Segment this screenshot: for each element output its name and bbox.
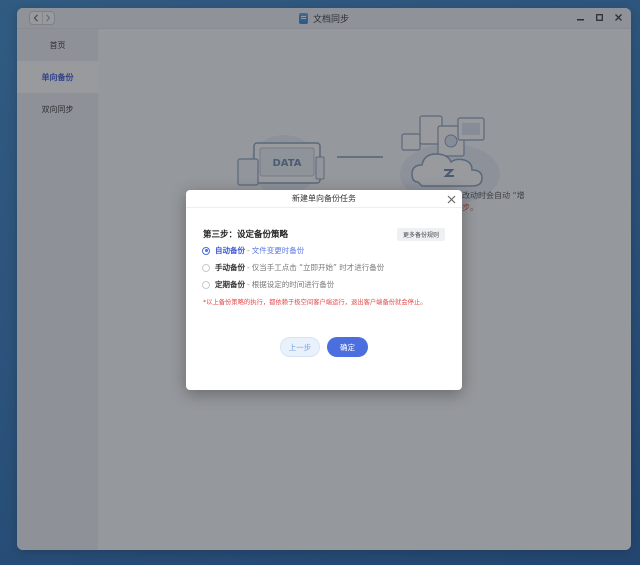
option-separator: - [247, 263, 250, 272]
option-manual-backup[interactable]: 手动备份 - 仅当手工点击 “立即开始” 时才进行备份 [202, 262, 384, 273]
step-title: 第三步：设定备份策略 [203, 230, 289, 240]
option-desc: 仅当手工点击 “立即开始” 时才进行备份 [251, 263, 385, 272]
warning-note: *以上备份策略的执行，都依赖于极空间客户端运行，退出客户端备份就会停止。 [203, 299, 427, 306]
option-name: 自动备份 [215, 246, 245, 255]
dialog-close-icon[interactable] [447, 195, 456, 204]
radio-scheduled-backup[interactable] [202, 280, 210, 289]
dialog-title: 新建单向备份任务 [186, 190, 462, 208]
option-separator: - [247, 280, 250, 289]
option-separator: - [247, 246, 250, 255]
option-desc: 根据设定的时间进行备份 [251, 280, 335, 289]
option-auto-backup[interactable]: 自动备份 - 文件变更时备份 [202, 245, 304, 256]
confirm-button[interactable]: 确定 [327, 337, 368, 357]
radio-auto-backup[interactable] [202, 246, 210, 255]
option-scheduled-backup[interactable]: 定期备份 - 根据设定的时间进行备份 [202, 279, 334, 290]
previous-step-button[interactable]: 上一步 [280, 337, 320, 357]
radio-manual-backup[interactable] [202, 263, 210, 272]
more-backup-rules-button[interactable]: 更多备份规则 [397, 228, 445, 241]
option-name: 定期备份 [215, 280, 245, 289]
new-backup-task-dialog: 新建单向备份任务 第三步：设定备份策略 更多备份规则 自动备份 - 文件变更时备… [186, 190, 462, 390]
option-desc: 文件变更时备份 [251, 246, 305, 255]
option-name: 手动备份 [215, 263, 245, 272]
